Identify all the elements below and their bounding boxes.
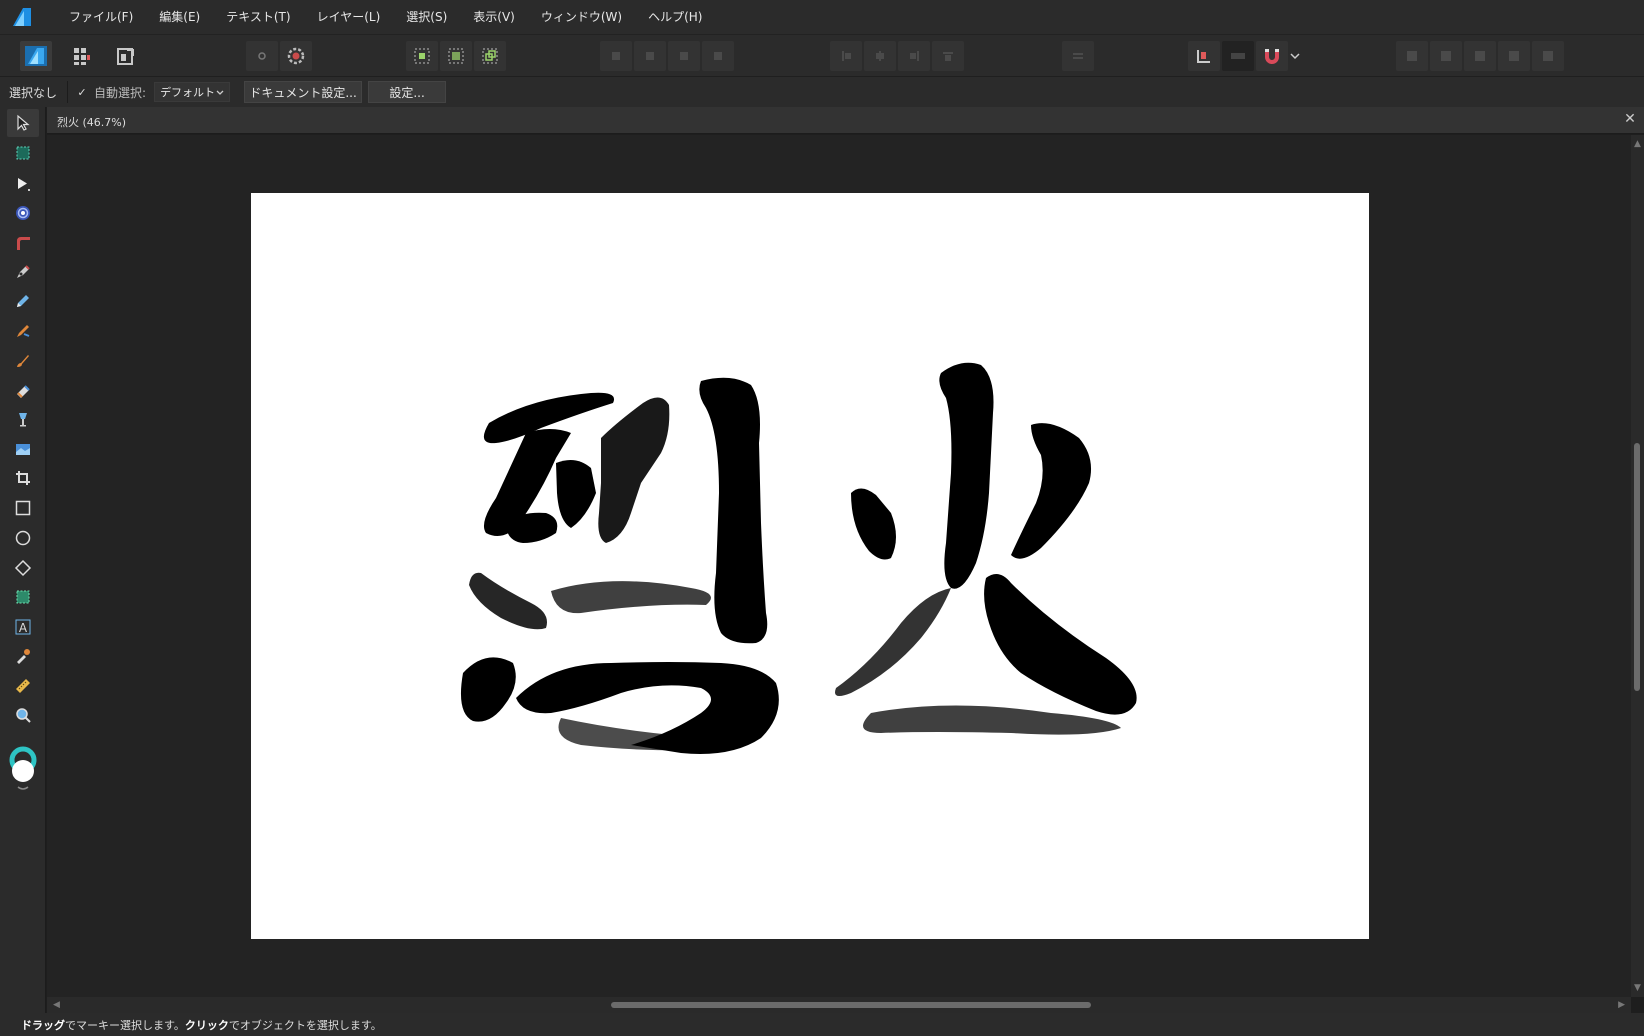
select-none-icon[interactable] [440, 41, 472, 71]
pixel-persona-icon[interactable] [66, 41, 98, 71]
snapping-toggle-icon[interactable] [1222, 41, 1254, 71]
scroll-up-icon[interactable]: ▲ [1634, 139, 1641, 149]
select-layer-icon[interactable] [474, 41, 506, 71]
snapping-magnet-icon[interactable] [1256, 41, 1288, 71]
canvas-area[interactable]: 烈火 [47, 135, 1631, 997]
toolbar [0, 34, 1644, 76]
horizontal-scrollbar[interactable]: ◀ ▶ [47, 997, 1631, 1013]
status-click-desc: でオブジェクトを選択します。 [228, 1018, 382, 1032]
arrange-back-icon[interactable] [702, 41, 734, 71]
menu-bar: ファイル(F) 編集(E) テキスト(T) レイヤー(L) 選択(S) 表示(V… [0, 0, 1644, 34]
ellipse-tool-icon[interactable] [7, 524, 39, 552]
arrange-forward-icon[interactable] [634, 41, 666, 71]
auto-select-dropdown[interactable]: デフォルト [154, 82, 231, 102]
crop-tool-icon[interactable] [7, 464, 39, 492]
gear-icon[interactable] [280, 41, 312, 71]
designer-persona-icon[interactable] [20, 41, 52, 71]
status-drag-word: ドラッグ [21, 1018, 65, 1032]
frame-text-tool-icon[interactable] [7, 583, 39, 611]
snapping-icon[interactable] [246, 41, 278, 71]
vertical-scrollbar[interactable]: ▲ ▼ [1631, 135, 1644, 997]
zoom-tool-icon[interactable] [7, 701, 39, 729]
boolean-divide-icon[interactable] [1532, 41, 1564, 71]
status-click-word: クリック [184, 1018, 229, 1032]
scroll-right-icon[interactable]: ▶ [1618, 1000, 1625, 1010]
context-toolbar: 選択なし ✓ 自動選択: デフォルト ドキュメント設定... 設定... [0, 76, 1644, 107]
shape-tool-icon[interactable] [7, 554, 39, 582]
transform-origin-icon[interactable] [1188, 41, 1220, 71]
export-persona-icon[interactable] [110, 41, 142, 71]
chevron-down-icon [216, 86, 224, 99]
document-tab[interactable]: 烈火 (46.7%) ✕ [47, 107, 1644, 134]
scroll-left-icon[interactable]: ◀ [53, 1000, 60, 1010]
pen-tool-icon[interactable] [7, 258, 39, 286]
align-right-icon[interactable] [898, 41, 930, 71]
status-drag-desc: でマーキー選択します。 [65, 1018, 185, 1032]
transparency-tool-icon[interactable] [7, 405, 39, 433]
paint-brush-tool-icon[interactable] [7, 347, 39, 375]
chevron-down-icon[interactable] [1288, 41, 1302, 71]
app-logo-icon[interactable] [10, 6, 34, 28]
tools-panel: A [0, 107, 46, 1013]
arrange-front-icon[interactable] [600, 41, 632, 71]
selection-status: 選択なし [9, 85, 58, 100]
boolean-subtract-icon[interactable] [1430, 41, 1462, 71]
boolean-xor-icon[interactable] [1498, 41, 1530, 71]
menu-file[interactable]: ファイル(F) [56, 0, 146, 34]
menu-edit[interactable]: 編集(E) [146, 0, 213, 34]
menu-help[interactable]: ヘルプ(H) [635, 0, 715, 34]
scroll-down-icon[interactable]: ▼ [1634, 983, 1641, 993]
pencil-tool-icon[interactable] [7, 287, 39, 315]
rectangle-tool-icon[interactable] [7, 494, 39, 522]
color-picker-tool-icon[interactable] [7, 642, 39, 670]
align-left-icon[interactable] [830, 41, 862, 71]
document-settings-button[interactable]: ドキュメント設定... [244, 81, 363, 103]
select-all-icon[interactable] [406, 41, 438, 71]
distribute-icon[interactable] [1062, 41, 1094, 71]
menu-layer[interactable]: レイヤー(L) [304, 0, 394, 34]
measure-tool-icon[interactable] [7, 672, 39, 700]
close-icon[interactable]: ✕ [1622, 111, 1638, 127]
artboard[interactable]: 烈火 [251, 193, 1369, 939]
auto-select-value: デフォルト [160, 86, 216, 99]
document-tab-title: 烈火 (46.7%) [57, 116, 127, 129]
corner-tool-icon[interactable] [7, 229, 39, 257]
align-center-icon[interactable] [864, 41, 896, 71]
vertical-scroll-thumb[interactable] [1634, 443, 1640, 691]
arrange-backward-icon[interactable] [668, 41, 700, 71]
settings-button[interactable]: 設定... [368, 81, 447, 103]
menu-window[interactable]: ウィンドウ(W) [528, 0, 635, 34]
fill-tool-icon[interactable] [7, 376, 39, 404]
artboard-tool-icon[interactable] [7, 139, 39, 167]
menu-select[interactable]: 選択(S) [393, 0, 460, 34]
vector-brush-tool-icon[interactable] [7, 317, 39, 345]
auto-select-label: 自動選択: [94, 85, 147, 100]
place-image-tool-icon[interactable] [7, 435, 39, 463]
node-tool-icon[interactable] [7, 170, 39, 198]
calligraphy-artwork[interactable]: 烈火 [251, 193, 1369, 939]
separator [67, 81, 69, 103]
menu-view[interactable]: 表示(V) [460, 0, 528, 34]
boolean-intersect-icon[interactable] [1464, 41, 1496, 71]
auto-select-checkbox[interactable]: ✓ [76, 86, 88, 99]
status-bar: ドラッグ でマーキー選択します。 クリック でオブジェクトを選択します。 [0, 1013, 1644, 1036]
horizontal-scroll-thumb[interactable] [611, 1002, 1091, 1008]
move-tool-icon[interactable] [7, 109, 39, 137]
contour-tool-icon[interactable] [7, 199, 39, 227]
align-top-icon[interactable] [932, 41, 964, 71]
svg-text:A: A [19, 621, 28, 635]
artistic-text-tool-icon[interactable]: A [7, 613, 39, 641]
color-swatches[interactable] [8, 745, 38, 793]
menu-text[interactable]: テキスト(T) [213, 0, 303, 34]
boolean-add-icon[interactable] [1396, 41, 1428, 71]
